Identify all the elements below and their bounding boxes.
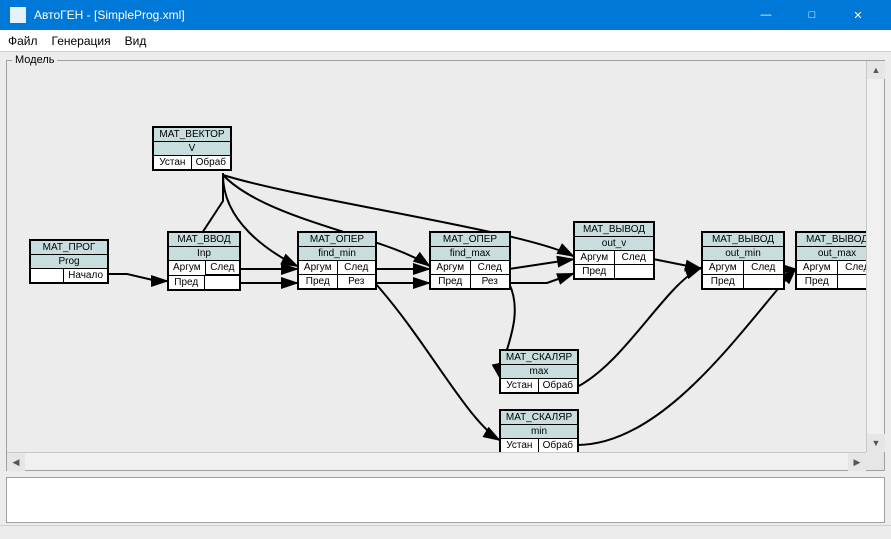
node-title: МАТ_СКАЛЯР <box>501 411 577 425</box>
port-proc[interactable]: Обраб <box>191 156 230 169</box>
node-scalar-min[interactable]: МАТ_СКАЛЯР min Устан Обраб <box>499 409 579 452</box>
scroll-left-icon[interactable]: ◀ <box>7 453 25 471</box>
diagram-canvas[interactable]: МАТ_ПРОГ Prog Начало МАТ_ВЕКТОР V Устан … <box>7 61 866 452</box>
port-prev[interactable]: Пред <box>299 275 337 288</box>
node-name: find_max <box>431 247 509 261</box>
node-op-min[interactable]: МАТ_ОПЕР find_min Аргум След Пред Рез <box>297 231 377 290</box>
node-name: out_min <box>703 247 783 261</box>
node-title: МАТ_ВВОД <box>169 233 239 247</box>
scroll-corner <box>866 452 884 470</box>
port-prev[interactable]: Пред <box>703 275 743 288</box>
port-set[interactable]: Устан <box>501 439 538 452</box>
port[interactable] <box>31 269 63 282</box>
port-arg[interactable]: Аргум <box>575 251 614 264</box>
port-proc[interactable]: Обраб <box>538 379 577 392</box>
node-title: МАТ_ВЕКТОР <box>154 128 230 142</box>
port-res[interactable]: Рез <box>470 275 510 288</box>
node-title: МАТ_ПРОГ <box>31 241 107 255</box>
node-name: Prog <box>31 255 107 269</box>
node-out-min[interactable]: МАТ_ВЫВОД out_min Аргум След Пред <box>701 231 785 290</box>
node-name: max <box>501 365 577 379</box>
node-op-max[interactable]: МАТ_ОПЕР find_max Аргум След Пред Рез <box>429 231 511 290</box>
node-input[interactable]: МАТ_ВВОД Inp Аргум След Пред <box>167 231 241 291</box>
canvas-frame: МАТ_ПРОГ Prog Начало МАТ_ВЕКТОР V Устан … <box>6 60 885 471</box>
minimize-button[interactable]: — <box>743 0 789 30</box>
node-name: out_max <box>797 247 866 261</box>
scroll-up-icon[interactable]: ▲ <box>867 61 885 79</box>
node-name: min <box>501 425 577 439</box>
node-out-max[interactable]: МАТ_ВЫВОД out_max Аргум След Пред <box>795 231 866 290</box>
port-arg[interactable]: Аргум <box>431 261 470 274</box>
scroll-right-icon[interactable]: ▶ <box>848 453 866 471</box>
workspace: Модель <box>0 52 891 539</box>
port-arg[interactable]: Аргум <box>299 261 337 274</box>
port-arg[interactable]: Аргум <box>169 261 205 275</box>
node-name: out_v <box>575 237 653 251</box>
output-textarea[interactable] <box>6 477 885 523</box>
node-title: МАТ_ОПЕР <box>431 233 509 247</box>
port-res[interactable]: Рез <box>337 275 376 288</box>
title-bar: АвтоГЕН - [SimpleProg.xml] — □ ✕ <box>0 0 891 30</box>
node-scalar-max[interactable]: МАТ_СКАЛЯР max Устан Обраб <box>499 349 579 394</box>
port-arg[interactable]: Аргум <box>703 261 743 274</box>
horizontal-scrollbar[interactable]: ◀ ▶ <box>7 452 866 470</box>
node-title: МАТ_ВЫВОД <box>703 233 783 247</box>
menu-bar: Файл Генерация Вид <box>0 30 891 52</box>
menu-generation[interactable]: Генерация <box>52 34 111 48</box>
port-proc[interactable]: Обраб <box>538 439 577 452</box>
port[interactable] <box>743 275 784 288</box>
window-title: АвтоГЕН - [SimpleProg.xml] <box>34 8 743 22</box>
port-set[interactable]: Устан <box>501 379 538 392</box>
app-icon <box>10 7 26 23</box>
node-prog[interactable]: МАТ_ПРОГ Prog Начало <box>29 239 109 284</box>
node-title: МАТ_СКАЛЯР <box>501 351 577 365</box>
port-next[interactable]: След <box>743 261 784 274</box>
port-prev[interactable]: Пред <box>575 265 614 278</box>
close-button[interactable]: ✕ <box>835 0 881 30</box>
port-next[interactable]: След <box>614 251 654 264</box>
node-name: V <box>154 142 230 156</box>
scroll-down-icon[interactable]: ▼ <box>867 434 885 452</box>
menu-view[interactable]: Вид <box>125 34 147 48</box>
port[interactable] <box>614 265 654 278</box>
menu-file[interactable]: Файл <box>8 34 38 48</box>
port-next[interactable]: След <box>837 261 867 274</box>
node-vector[interactable]: МАТ_ВЕКТОР V Устан Обраб <box>152 126 232 171</box>
node-title: МАТ_ОПЕР <box>299 233 375 247</box>
node-name: Inp <box>169 247 239 261</box>
port[interactable] <box>837 275 867 288</box>
node-out-v[interactable]: МАТ_ВЫВОД out_v Аргум След Пред <box>573 221 655 280</box>
port-prev[interactable]: Пред <box>169 276 204 289</box>
node-title: МАТ_ВЫВОД <box>575 223 653 237</box>
node-title: МАТ_ВЫВОД <box>797 233 866 247</box>
port-start[interactable]: Начало <box>63 269 107 282</box>
maximize-button[interactable]: □ <box>789 0 835 30</box>
port-prev[interactable]: Пред <box>431 275 470 288</box>
port-next[interactable]: След <box>337 261 376 274</box>
model-fieldset-label: Модель <box>12 54 57 66</box>
port-set[interactable]: Устан <box>154 156 191 169</box>
port-prev[interactable]: Пред <box>797 275 837 288</box>
port-next[interactable]: След <box>470 261 510 274</box>
port-arg[interactable]: Аргум <box>797 261 837 274</box>
vertical-scrollbar[interactable]: ▲ ▼ <box>866 61 884 452</box>
port[interactable] <box>204 276 240 289</box>
status-bar <box>0 525 891 539</box>
port-next[interactable]: След <box>205 261 239 275</box>
node-name: find_min <box>299 247 375 261</box>
